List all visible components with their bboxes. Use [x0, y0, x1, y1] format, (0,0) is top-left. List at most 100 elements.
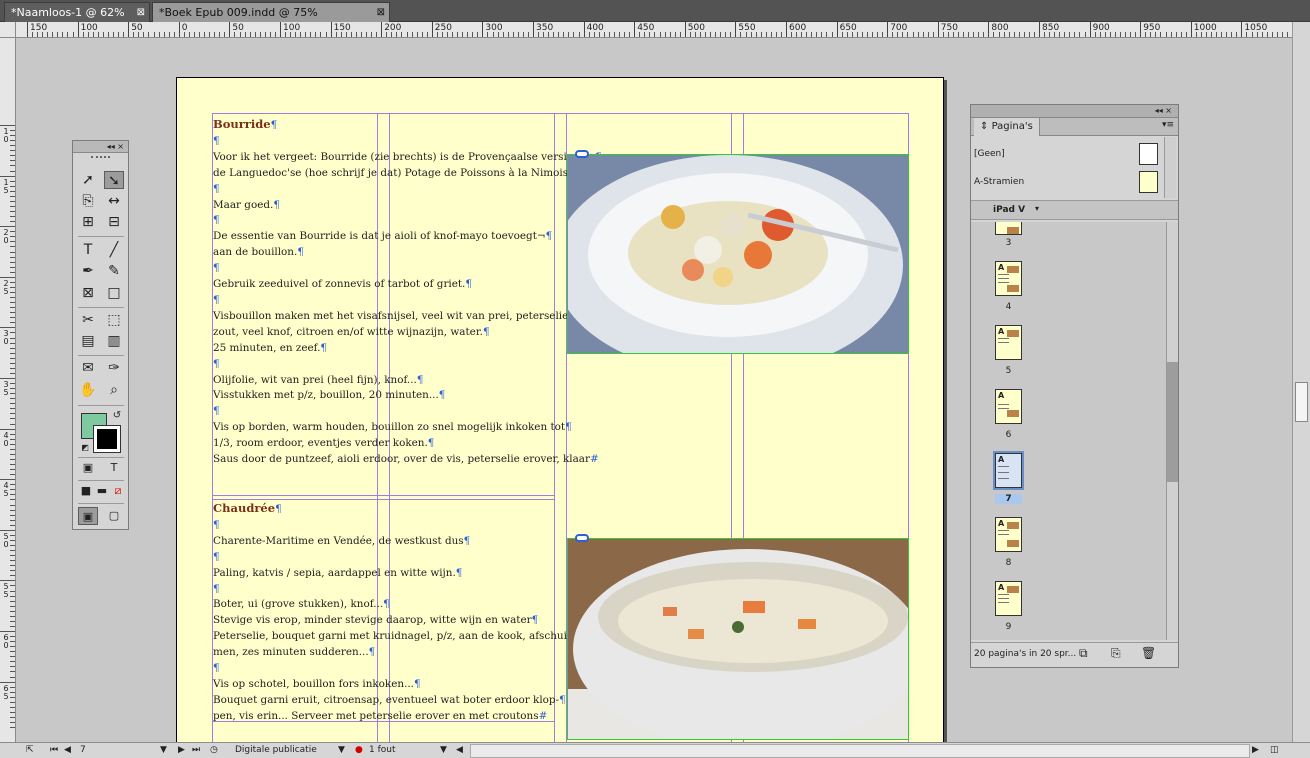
master-a-stramien[interactable]: A-Stramien [971, 168, 1161, 196]
open-page-icon[interactable]: ⇱ [26, 743, 34, 758]
rectangle-frame-tool-icon[interactable]: ⊠ [78, 284, 98, 302]
image-frame-bourride[interactable] [567, 154, 909, 354]
ruler-tick [755, 32, 757, 37]
ruler-tick [1049, 32, 1051, 37]
page-thumbnails-list[interactable]: 3 A 4 A 5 A 6 A 7 A 8 A 9 [971, 222, 1166, 640]
document-page[interactable]: Bourride¶ ¶ Voor ik het vergeet: Bourride… [176, 77, 944, 757]
image-frame-chaudree[interactable] [567, 538, 909, 740]
master-none[interactable]: [Geen] [971, 140, 1161, 168]
text-frame-chaudree[interactable]: Chaudrée¶ ¶ Charente-Maritime en Vendée, … [213, 501, 577, 725]
tab-pages[interactable]: ⇕ Pagina's [974, 118, 1040, 136]
page-thumbnail-selected[interactable]: A [993, 451, 1024, 490]
link-icon[interactable] [575, 534, 589, 542]
ruler-tick [82, 32, 84, 37]
scroll-right-icon[interactable]: ▶ [1252, 743, 1259, 758]
next-page-icon[interactable]: ▶ [178, 743, 185, 758]
page-thumbnail[interactable]: A [995, 261, 1022, 296]
selection-tool-icon[interactable]: ➚ [78, 171, 98, 189]
gap-tool-icon[interactable]: ↔ [104, 192, 124, 210]
previous-page-icon[interactable]: ◀ [64, 743, 71, 758]
content-collector-icon[interactable]: ⊞ [78, 213, 98, 231]
rectangle-tool-icon[interactable]: □ [104, 284, 124, 302]
direct-selection-tool-icon[interactable]: ➘ [104, 171, 124, 189]
first-page-icon[interactable]: ⏮ [50, 743, 58, 758]
tab-naamloos[interactable]: *Naamloos-1 @ 62% ⊠ [4, 2, 150, 22]
close-icon[interactable]: ⊠ [377, 3, 385, 22]
ruler-tick [715, 32, 717, 37]
content-placer-icon[interactable]: ⊟ [104, 213, 124, 231]
zoom-tool-icon[interactable]: ⌕ [104, 381, 124, 399]
link-icon[interactable] [575, 150, 589, 158]
new-page-icon[interactable]: ⎘ [1111, 646, 1121, 661]
error-count[interactable]: 1 fout [369, 743, 396, 758]
free-transform-tool-icon[interactable]: ⬚ [104, 311, 124, 329]
page-dropdown-icon[interactable]: ▼ [160, 743, 167, 758]
preflight-menu-icon[interactable]: ▼ [440, 743, 447, 758]
ruler-tick [386, 32, 388, 37]
pen-tool-icon[interactable]: ✒ [78, 262, 98, 280]
eyedropper-tool-icon[interactable]: ✑ [104, 359, 124, 377]
masters-scrollbar[interactable] [1164, 137, 1176, 198]
normal-view-icon[interactable]: ▣ [78, 507, 98, 525]
spread-view-icon[interactable]: ◫ [1270, 743, 1279, 758]
preview-mode-icon[interactable]: ▢ [104, 507, 124, 525]
text-line: De essentie van Bourride is dat je aioli… [213, 229, 602, 245]
formatting-container-icon[interactable]: ▣ [78, 459, 98, 477]
panel-grip[interactable] [91, 156, 110, 164]
apply-none-icon[interactable]: ⧄ [108, 482, 128, 500]
preflight-profile-icon[interactable]: ◷ [210, 743, 218, 758]
recipe-body: ¶ Voor ik het vergeet: Bourride (zie brec… [213, 134, 602, 468]
page-thumbnail[interactable] [995, 222, 1022, 235]
ruler-tick [10, 150, 15, 152]
hand-tool-icon[interactable]: ✋ [78, 381, 98, 399]
panel-titlebar[interactable]: ◂◂ × [971, 105, 1178, 118]
tools-panel-header[interactable]: ◂◂ × [73, 141, 128, 153]
formatting-text-icon[interactable]: T [104, 459, 124, 477]
swap-colors-icon[interactable]: ↺ [107, 407, 127, 425]
note-tool-icon[interactable]: ✉ [78, 359, 98, 377]
last-page-icon[interactable]: ⏭ [192, 743, 200, 758]
close-icon[interactable]: ⊠ [137, 3, 145, 22]
error-indicator-icon[interactable]: ● [355, 743, 363, 758]
pencil-tool-icon[interactable]: ✎ [104, 262, 124, 280]
ruler-tick [1104, 32, 1106, 37]
line-tool-icon[interactable]: ╱ [104, 241, 124, 259]
profile-dropdown-icon[interactable]: ▼ [338, 743, 345, 758]
scrollbar-thumb[interactable] [1167, 362, 1178, 482]
trash-icon[interactable]: 🗑 [1141, 646, 1156, 660]
pilcrow: # [538, 709, 548, 722]
gradient-feather-tool-icon[interactable]: ▥ [104, 332, 124, 350]
type-tool-icon[interactable]: T [78, 241, 98, 259]
gradient-swatch-tool-icon[interactable]: ▤ [78, 332, 98, 350]
panel-menu-icon[interactable]: ▾≡ [1162, 120, 1174, 130]
ruler-tick [507, 32, 509, 37]
ruler-tick [573, 32, 575, 37]
tab-boek-epub[interactable]: *Boek Epub 009.indd @ 75% [Omgezet]⊠ [152, 2, 390, 38]
vertical-ruler[interactable]: 1 0 1 5 2 0 2 5 3 0 3 5 4 0 4 5 5 0 5 5 6 0 6 5 [0, 38, 16, 742]
edit-page-size-icon[interactable]: ⧉ [1079, 646, 1088, 661]
default-colors-icon[interactable]: ◩ [75, 439, 95, 457]
ruler-tick [765, 32, 767, 37]
scrollbar-thumb[interactable] [1295, 382, 1308, 422]
ruler-tick [10, 211, 15, 213]
pages-scrollbar[interactable] [1166, 222, 1178, 640]
page-thumbnail[interactable]: A [995, 389, 1022, 424]
stroke-swatch[interactable] [93, 425, 121, 453]
text-frame-bourride[interactable]: Bourride¶ ¶ Voor ik het vergeet: Bourride… [213, 117, 602, 468]
device-dropdown-icon[interactable]: ▾ [1035, 204, 1039, 213]
scissors-tool-icon[interactable]: ✂ [78, 311, 98, 329]
scroll-left-icon[interactable]: ◀ [456, 743, 463, 758]
page-thumbnail[interactable]: A [995, 517, 1022, 552]
ruler-tick [355, 32, 357, 37]
horizontal-ruler[interactable]: 150 100 50 0 50 100 150 200 250 300 350 400 450 500 55… [0, 22, 1292, 38]
ruler-origin[interactable] [0, 22, 16, 38]
horizontal-scrollbar[interactable] [470, 744, 1250, 758]
page-tool-icon[interactable]: ⎘ [78, 192, 98, 210]
ruler-tick [10, 342, 15, 344]
page-number-field[interactable]: 7 [80, 743, 86, 758]
ruler-tick [1099, 32, 1101, 37]
page-thumbnail[interactable]: A [995, 581, 1022, 616]
ruler-tick [406, 32, 408, 37]
page-thumbnail[interactable]: A [995, 325, 1022, 360]
vertical-scrollbar[interactable] [1292, 22, 1310, 742]
